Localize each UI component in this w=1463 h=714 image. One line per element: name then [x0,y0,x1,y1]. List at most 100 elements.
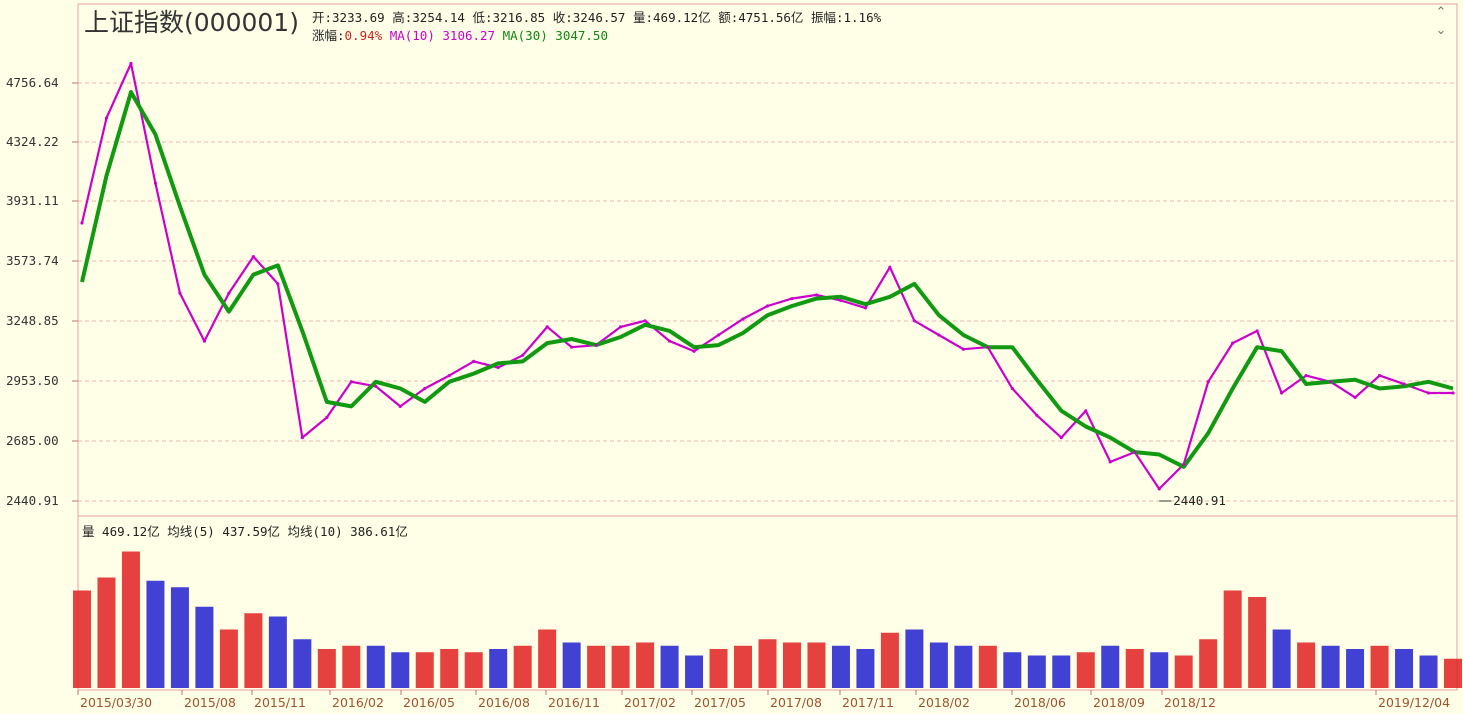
x-tick-label: 2017/11 [842,695,894,710]
ohlc-info: 开:3233.69 高:3254.14 低:3216.85 收:3246.57 … [312,7,881,26]
price-point [496,365,500,370]
price-point [1157,487,1161,491]
price-point [961,347,965,351]
plot-frame [77,3,1458,691]
y-tick-label: 3931.11 [6,193,59,208]
x-tick-label: 2017/08 [770,695,822,710]
expand-up-icon[interactable]: ⌃ [1430,6,1452,20]
volume-bar [121,551,140,688]
price-point [104,116,109,120]
ma10-label: MA(10) [389,28,435,43]
price-point [1426,391,1431,395]
volume-bar [1248,597,1267,688]
volume-bar [831,645,850,688]
volume-bar [1272,629,1291,688]
volume-bar [97,577,116,688]
chart-window: 2440.91 上证指数(000001) 开:3233.69 高:3254.14… [0,0,1463,714]
price-point [1010,386,1014,391]
price-point [1255,329,1259,333]
x-tick-label: 2018/12 [1164,695,1216,710]
volume-bar [464,652,483,688]
volume-value: 469.12亿 [102,524,160,539]
chart-canvas: 2440.91 [72,3,1462,695]
price-point [863,306,868,310]
price-point [1084,409,1088,413]
x-tick-label: 2016/11 [548,695,600,710]
x-tick-label: 2015/03/30 [80,695,153,710]
expand-down-icon[interactable]: ⌄ [1430,24,1452,38]
volume-bar [513,645,532,688]
price-point [545,325,549,329]
price-point [1035,413,1039,417]
x-tick-label: 2018/02 [918,695,970,710]
x-tick-label: 2018/06 [1014,695,1066,710]
price-point [178,291,182,295]
price-point [80,221,84,225]
price-point [251,254,255,259]
y-tick-label: 3573.74 [6,253,59,268]
close-label: 收: [552,10,573,25]
volume-bar [929,642,948,688]
x-tick-label: 2015/11 [254,695,306,710]
avg5-label: 均线(5) [167,524,215,539]
volume-bar [1444,658,1462,688]
price-point [986,345,990,349]
price-point [1280,391,1284,395]
volume-bar [293,639,312,688]
price-point [839,298,843,303]
price-point [594,343,598,347]
volume-bar [978,645,997,688]
high-label: 高: [392,10,413,25]
y-tick-label: 3248.85 [6,313,59,328]
volume-bar [709,649,728,688]
y-tick-label: 4324.22 [6,134,59,149]
low-label: 低: [472,10,493,25]
x-tick-label: 2017/02 [624,695,676,710]
price-point [741,317,745,321]
price-point [888,265,892,269]
price-point [1133,450,1137,454]
volume-bar [1101,645,1120,688]
price-point [349,380,353,384]
x-tick-label: 2016/05 [403,695,455,710]
price-point [521,353,525,357]
x-tick-label: 2017/05 [694,695,746,710]
close-value: 3246.57 [572,10,626,25]
price-point [643,319,647,323]
price-point [153,181,158,185]
volume-bar [317,649,336,688]
volume-bar [219,629,238,688]
volume-bar [342,645,361,688]
vol-label: 量: [633,10,654,25]
ma10-value: 3106.27 [442,28,496,43]
volume-bar [1370,645,1389,688]
volume-bar [1199,639,1218,688]
x-tick-label: 2019/12/04 [1378,695,1451,710]
volume-bar [415,652,434,688]
price-point [570,345,574,349]
volume-info: 量 469.12亿 均线(5) 437.59亿 均线(10) 386.61亿 [82,521,408,540]
volume-bar [856,649,875,688]
price-point [765,304,770,308]
price-point [1108,460,1112,464]
volume-bar [758,639,777,688]
y-tick-label: 2440.91 [6,493,59,508]
price-point [912,319,916,323]
price-series-line [80,62,1453,490]
volume-bar [489,649,508,688]
low-annotation: 2440.91 [1173,493,1226,508]
volume-bar [146,580,165,688]
volume-bar [195,606,214,688]
avg5-value: 437.59亿 [222,524,280,539]
price-point [129,61,133,66]
price-point [1231,341,1235,345]
ma30-series-line [80,90,1454,469]
amp-value: 1.16% [843,10,882,25]
volume-bar [1003,652,1022,688]
amount-label: 额: [718,10,739,25]
volume-bar [366,645,385,688]
volume-bar [170,587,189,688]
volume-bar [587,645,606,688]
price-point [716,333,721,337]
volume-bar [538,629,557,688]
